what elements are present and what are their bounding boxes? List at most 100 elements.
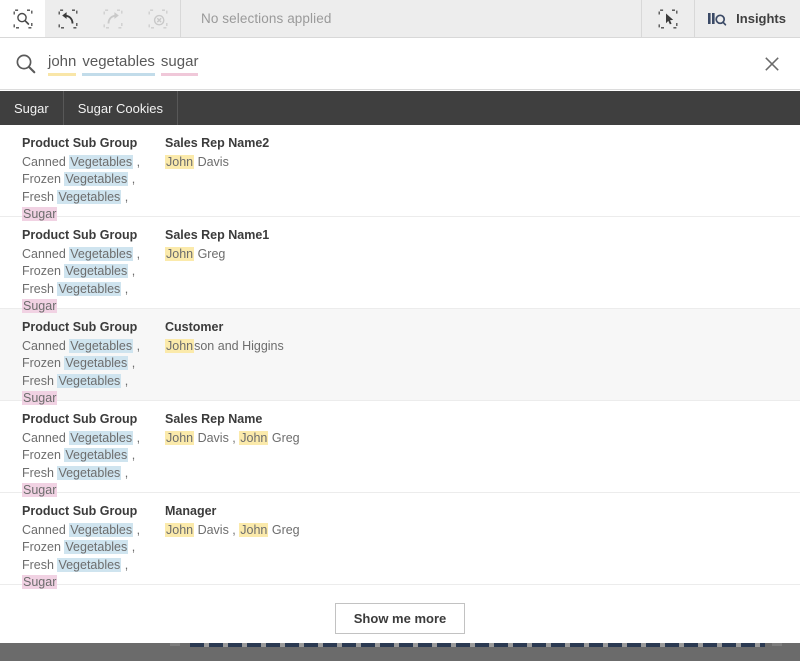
value-text: ,	[133, 155, 140, 169]
result-value-line[interactable]: Frozen Vegetables ,	[22, 171, 165, 188]
result-value-line[interactable]: Sugar	[22, 574, 165, 591]
search-bar: john vegetables sugar	[0, 38, 800, 90]
highlight-veg: Vegetables	[57, 190, 121, 204]
toolbar-right-group: Insights	[642, 0, 800, 37]
value-text: ,	[128, 356, 135, 370]
result-value-line[interactable]: Canned Vegetables ,	[22, 246, 165, 263]
clear-search-button[interactable]	[744, 56, 800, 72]
highlight-john: John	[165, 431, 194, 445]
result-value-line[interactable]: John Davis , John Greg	[165, 522, 800, 539]
highlight-john: John	[239, 523, 268, 537]
result-value-line[interactable]: John Greg	[165, 246, 800, 263]
footer-tick-left	[170, 643, 180, 646]
highlight-veg: Vegetables	[69, 155, 133, 169]
search-term-vegetables[interactable]: vegetables	[82, 53, 155, 74]
highlight-veg: Vegetables	[57, 466, 121, 480]
result-row[interactable]: Product Sub GroupCanned Vegetables ,Froz…	[0, 309, 800, 401]
insights-button[interactable]: Insights	[695, 0, 800, 37]
result-value-line[interactable]: Canned Vegetables ,	[22, 430, 165, 447]
tab-sugar[interactable]: Sugar	[0, 91, 64, 125]
tab-filler	[178, 91, 800, 125]
value-text: ,	[133, 431, 140, 445]
selection-search-button[interactable]	[0, 0, 45, 37]
highlight-veg: Vegetables	[57, 374, 121, 388]
result-value-line[interactable]: Johnson and Higgins	[165, 338, 800, 355]
tab-sugar-cookies[interactable]: Sugar Cookies	[64, 91, 178, 125]
result-value-line[interactable]: Canned Vegetables ,	[22, 338, 165, 355]
result-row[interactable]: Product Sub Group Canned Vegetables ,Froz…	[0, 125, 800, 217]
value-text: Greg	[194, 247, 225, 261]
result-value-line[interactable]: Frozen Vegetables ,	[22, 447, 165, 464]
result-row[interactable]: Product Sub GroupCanned Vegetables ,Froz…	[0, 217, 800, 309]
search-term-sugar[interactable]: sugar	[161, 53, 199, 74]
value-text: Frozen	[22, 448, 64, 462]
highlight-john: John	[165, 339, 194, 353]
result-value-line[interactable]: Fresh Vegetables ,	[22, 557, 165, 574]
result-field-title: Product Sub Group	[22, 411, 165, 428]
result-column-right: Manager John Davis , John Greg	[165, 503, 800, 584]
search-input[interactable]: john vegetables sugar	[48, 53, 744, 74]
result-field-values: Canned Vegetables ,Frozen Vegetables ,Fr…	[22, 522, 165, 592]
value-text: Davis	[194, 155, 229, 169]
search-term-john[interactable]: john	[48, 53, 76, 74]
result-field-values: Canned Vegetables ,Frozen Vegetables ,Fr…	[22, 246, 165, 316]
highlight-veg: Vegetables	[57, 282, 121, 296]
result-field-title: Sales Rep Name2	[165, 135, 800, 152]
value-text: ,	[128, 172, 135, 186]
result-value-line[interactable]: Frozen Vegetables ,	[22, 263, 165, 280]
result-tabs: Sugar Sugar Cookies	[0, 91, 800, 125]
value-text: Fresh	[22, 558, 57, 572]
result-value-line[interactable]: Sugar	[22, 298, 165, 315]
highlight-john: John	[165, 523, 194, 537]
result-field-title: Product Sub Group	[22, 135, 165, 152]
result-value-line[interactable]: Canned Vegetables ,	[22, 154, 165, 171]
highlight-john: John	[165, 247, 194, 261]
result-value-line[interactable]: John Davis	[165, 154, 800, 171]
step-forward-button	[90, 0, 135, 37]
result-field-values: Johnson and Higgins	[165, 338, 800, 355]
step-back-button[interactable]	[45, 0, 90, 37]
selection-tool-button[interactable]	[642, 0, 694, 37]
result-value-line[interactable]: Fresh Vegetables ,	[22, 373, 165, 390]
value-text: ,	[121, 466, 128, 480]
result-row[interactable]: Product Sub GroupCanned Vegetables ,Froz…	[0, 493, 800, 585]
highlight-veg: Vegetables	[64, 356, 128, 370]
clear-selections-icon	[148, 9, 168, 29]
value-text: Canned	[22, 247, 69, 261]
value-text: Fresh	[22, 466, 57, 480]
selection-pointer-icon	[658, 9, 678, 29]
result-field-title: Sales Rep Name1	[165, 227, 800, 244]
highlight-veg: Vegetables	[57, 558, 121, 572]
value-text: Fresh	[22, 190, 57, 204]
result-value-line[interactable]: Sugar	[22, 206, 165, 223]
show-me-more-button[interactable]: Show me more	[335, 603, 465, 634]
result-value-line[interactable]: Sugar	[22, 482, 165, 499]
smart-search-window: No selections applied	[0, 0, 800, 661]
result-value-line[interactable]: Fresh Vegetables ,	[22, 281, 165, 298]
value-text: ,	[128, 264, 135, 278]
result-column-right: Sales Rep Name John Davis , John Greg	[165, 411, 800, 492]
clear-selections-button	[135, 0, 180, 37]
result-value-line[interactable]: Fresh Vegetables ,	[22, 465, 165, 482]
result-value-line[interactable]: Frozen Vegetables ,	[22, 539, 165, 556]
result-value-line[interactable]: John Davis , John Greg	[165, 430, 800, 447]
result-field-title: Sales Rep Name	[165, 411, 800, 428]
result-column-left: Product Sub Group Canned Vegetables ,Froz…	[22, 135, 165, 216]
result-value-line[interactable]: Fresh Vegetables ,	[22, 189, 165, 206]
value-text: Canned	[22, 431, 69, 445]
result-field-title: Customer	[165, 319, 800, 336]
result-field-title: Manager	[165, 503, 800, 520]
value-text: ,	[128, 540, 135, 554]
highlight-sugar: Sugar	[22, 483, 57, 497]
result-row[interactable]: Product Sub GroupCanned Vegetables ,Froz…	[0, 401, 800, 493]
highlight-veg: Vegetables	[64, 448, 128, 462]
result-value-line[interactable]: Frozen Vegetables ,	[22, 355, 165, 372]
result-value-line[interactable]: Canned Vegetables ,	[22, 522, 165, 539]
value-text: ,	[121, 558, 128, 572]
result-value-line[interactable]: Sugar	[22, 390, 165, 407]
value-text: Frozen	[22, 356, 64, 370]
result-field-values: Canned Vegetables ,Frozen Vegetables ,Fr…	[22, 338, 165, 408]
insights-label: Insights	[736, 11, 786, 26]
value-text: ,	[128, 448, 135, 462]
value-text: Frozen	[22, 264, 64, 278]
